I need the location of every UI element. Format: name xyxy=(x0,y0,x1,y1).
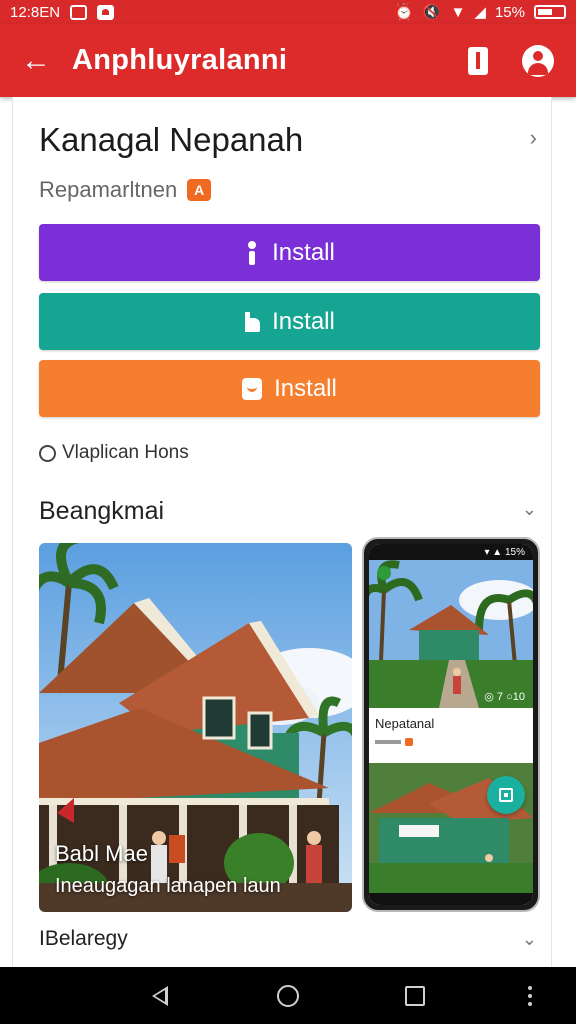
install-label: Install xyxy=(274,374,337,402)
signal-icon: ◢ xyxy=(474,4,486,21)
section-title: Beangkmai xyxy=(39,497,165,525)
install-button-teal[interactable]: Install xyxy=(39,293,540,350)
nav-back-button[interactable] xyxy=(130,967,190,1024)
exclamation-icon xyxy=(468,46,488,75)
chevron-down-icon[interactable]: ⌄ xyxy=(522,499,537,520)
person-icon xyxy=(244,240,260,265)
nav-recents-button[interactable] xyxy=(385,967,445,1024)
screenshot-phone[interactable]: ▾ ▲ 15% ◎ 7 ○10 Nepatanal xyxy=(362,537,540,912)
phone-card-sub xyxy=(375,738,413,746)
status-bar: 12:8EN ⏰ 🔇 ▼ ◢ 15% xyxy=(0,0,576,24)
screenshot-caption-subtitle: Ineaugagan lanapen laun xyxy=(55,875,281,897)
phone-home-bar xyxy=(369,893,533,905)
developer-badge-icon: A xyxy=(187,179,212,201)
developer-row[interactable]: Repamarltnen A xyxy=(39,177,212,203)
install-button-orange[interactable]: Install xyxy=(39,360,540,417)
more-vert-icon xyxy=(528,985,532,1006)
account-button[interactable] xyxy=(508,24,568,97)
phone-badge-icon xyxy=(405,738,413,746)
account-icon xyxy=(522,44,554,77)
radio-icon[interactable] xyxy=(39,444,56,462)
app-bar-title: Anphluyralanni xyxy=(72,44,288,76)
mute-icon: 🔇 xyxy=(422,4,442,21)
phone-card-title: Nepatanal xyxy=(375,716,435,731)
square-icon xyxy=(499,788,513,802)
install-button-purple[interactable]: Install xyxy=(39,224,540,281)
screenshot-caption-title: Babl Mae xyxy=(55,841,148,866)
screenshot-main[interactable]: Babl Mae Ineaugagan lanapen laun xyxy=(39,543,352,912)
phone-status-bar: ▾ ▲ 15% xyxy=(369,544,533,560)
nav-home-button[interactable] xyxy=(258,967,318,1024)
chevron-down-icon[interactable]: ⌄ xyxy=(522,929,537,950)
battery-icon xyxy=(534,5,566,19)
developer-name: Repamarltnen xyxy=(39,177,178,202)
option-radio[interactable]: Vlaplican Hons xyxy=(39,442,189,464)
triangle-back-icon xyxy=(152,985,168,1006)
install-label: Install xyxy=(272,307,335,335)
wifi-icon: ▼ xyxy=(450,3,466,21)
bag-icon xyxy=(242,377,263,400)
notification-icon xyxy=(70,4,88,20)
app-detail-card: Kanagal Nepanah › Repamarltnen A Install… xyxy=(12,97,552,967)
phone-fab-button xyxy=(487,776,525,814)
square-recents-icon xyxy=(405,985,425,1006)
app-name: Kanagal Nepanah xyxy=(39,121,304,158)
system-nav-bar xyxy=(0,967,576,1024)
chevron-right-icon[interactable]: › xyxy=(530,125,537,151)
phone-screen: ▾ ▲ 15% ◎ 7 ○10 Nepatanal xyxy=(369,544,533,905)
option-label: Vlaplican Hons xyxy=(62,442,189,463)
arrow-left-icon: ← xyxy=(21,43,51,77)
app-bar: ← Anphluyralanni xyxy=(0,24,576,97)
phone-card: Nepatanal xyxy=(369,708,533,763)
footer-section-title: IBelaregy xyxy=(39,927,128,950)
battery-percent: 15% xyxy=(494,3,525,21)
phone-photo-counter: ◎ 7 ○10 xyxy=(484,691,525,703)
install-label: Install xyxy=(272,238,335,266)
circle-home-icon xyxy=(277,984,299,1007)
phone-photo-top xyxy=(369,560,533,708)
info-button[interactable] xyxy=(448,24,508,97)
mail-icon xyxy=(97,4,115,20)
back-button[interactable]: ← xyxy=(0,24,72,97)
nav-more-button[interactable] xyxy=(500,967,560,1024)
alarm-icon: ⏰ xyxy=(393,4,414,21)
status-time: 12:8EN xyxy=(10,3,61,21)
flag-icon xyxy=(244,310,261,334)
